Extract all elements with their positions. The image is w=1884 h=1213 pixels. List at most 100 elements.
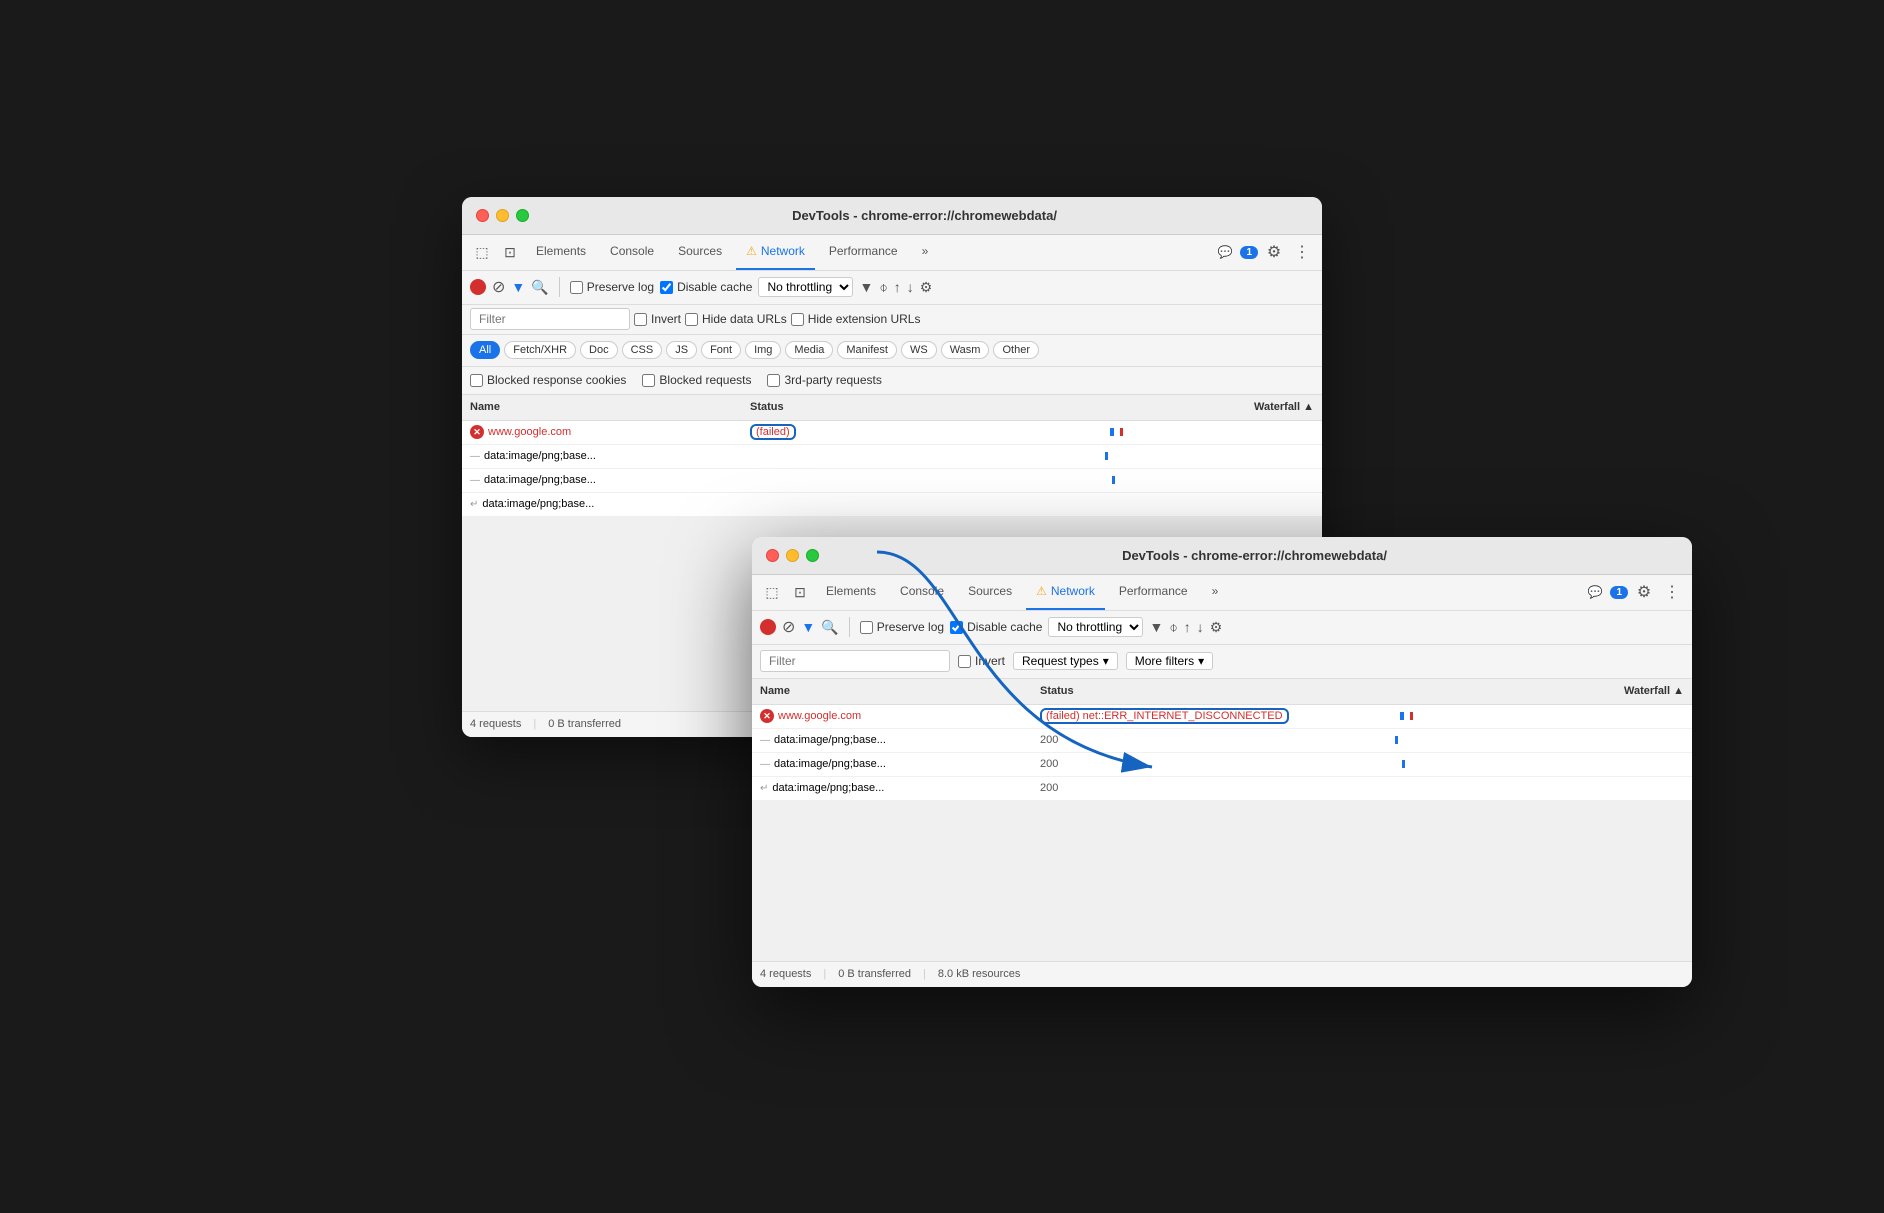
tab-network-2[interactable]: ⚠ Network xyxy=(1026,575,1105,610)
minimize-button-1[interactable] xyxy=(496,209,509,222)
download-icon-2[interactable]: ↓ xyxy=(1197,619,1204,635)
checkbox-row-1: Blocked response cookies Blocked request… xyxy=(462,367,1322,395)
search-button-2[interactable]: 🔍 xyxy=(821,619,838,636)
download-icon-1[interactable]: ↓ xyxy=(907,279,914,295)
chevron-down-icon-rt: ▾ xyxy=(1103,654,1109,668)
error-icon-2-1: ✕ xyxy=(760,709,774,723)
chip-ws-1[interactable]: WS xyxy=(901,341,937,359)
tab-performance-2[interactable]: Performance xyxy=(1109,575,1198,610)
tab-network-1[interactable]: ⚠ Network xyxy=(736,235,815,270)
chip-other-1[interactable]: Other xyxy=(993,341,1039,359)
chip-img-1[interactable]: Img xyxy=(745,341,781,359)
throttle-select-1[interactable]: No throttling xyxy=(758,277,853,297)
inspect-icon-2[interactable]: ⊡ xyxy=(788,580,812,604)
col-status-header-1[interactable]: Status xyxy=(750,401,1050,413)
filter-button-2[interactable]: ▼ xyxy=(801,619,815,635)
chip-font-1[interactable]: Font xyxy=(701,341,741,359)
minimize-button-2[interactable] xyxy=(786,549,799,562)
table-row-1-2[interactable]: — data:image/png;base... xyxy=(462,445,1322,469)
tab-console-2[interactable]: Console xyxy=(890,575,954,610)
col-waterfall-header-2[interactable]: Waterfall ▲ xyxy=(1340,685,1684,697)
throttle-select-2[interactable]: No throttling xyxy=(1048,617,1143,637)
hide-ext-urls-checkbox-1[interactable] xyxy=(791,313,804,326)
close-button-2[interactable] xyxy=(766,549,779,562)
wf-bar-blue-2-2 xyxy=(1395,736,1398,744)
tab-sources-2[interactable]: Sources xyxy=(958,575,1022,610)
disable-cache-checkbox-2[interactable] xyxy=(950,621,963,634)
tab-more-2[interactable]: » xyxy=(1202,575,1229,610)
filter-button-1[interactable]: ▼ xyxy=(511,279,525,295)
footer-resources-2: 8.0 kB resources xyxy=(938,968,1021,980)
close-button-1[interactable] xyxy=(476,209,489,222)
table-row-1-1[interactable]: ✕ www.google.com (failed) xyxy=(462,421,1322,445)
more-filters-button[interactable]: More filters ▾ xyxy=(1126,652,1213,670)
dash-icon-2-2: — xyxy=(760,735,770,746)
more-icon-1[interactable]: ⋮ xyxy=(1290,240,1314,264)
tab-console-1[interactable]: Console xyxy=(600,235,664,270)
col-name-header-1[interactable]: Name xyxy=(470,401,750,413)
maximize-button-2[interactable] xyxy=(806,549,819,562)
filter-input-2[interactable] xyxy=(760,650,950,672)
row-waterfall-1-1 xyxy=(1050,424,1314,440)
filter-input-1[interactable] xyxy=(470,308,630,330)
chip-media-1[interactable]: Media xyxy=(785,341,833,359)
more-icon-2[interactable]: ⋮ xyxy=(1660,580,1684,604)
hide-data-urls-checkbox-1[interactable] xyxy=(685,313,698,326)
disable-cache-label-2: Disable cache xyxy=(950,620,1042,634)
table-row-2-2[interactable]: — data:image/png;base... 200 xyxy=(752,729,1692,753)
tab-sources-1[interactable]: Sources xyxy=(668,235,732,270)
record-button-2[interactable] xyxy=(760,619,776,635)
cursor-icon-2[interactable]: ⬚ xyxy=(760,580,784,604)
upload-icon-1[interactable]: ↑ xyxy=(894,279,901,295)
col-name-header-2[interactable]: Name xyxy=(760,685,1040,697)
row-name-2-4: ↵ data:image/png;base... xyxy=(760,782,1040,794)
table-row-1-3[interactable]: — data:image/png;base... xyxy=(462,469,1322,493)
chat-icon-2[interactable]: 💬 xyxy=(1587,585,1602,599)
chat-icon-1[interactable]: 💬 xyxy=(1217,245,1232,259)
maximize-button-1[interactable] xyxy=(516,209,529,222)
clear-button-1[interactable]: ⊘ xyxy=(492,277,505,297)
settings-icon-2[interactable]: ⚙ xyxy=(1632,580,1656,604)
request-types-button[interactable]: Request types ▾ xyxy=(1013,652,1118,670)
chip-doc-1[interactable]: Doc xyxy=(580,341,618,359)
col-status-header-2[interactable]: Status xyxy=(1040,685,1340,697)
cursor-icon[interactable]: ⬚ xyxy=(470,240,494,264)
table-row-2-1[interactable]: ✕ www.google.com (failed) net::ERR_INTER… xyxy=(752,705,1692,729)
blocked-requests-checkbox-1[interactable] xyxy=(642,374,655,387)
chip-manifest-1[interactable]: Manifest xyxy=(837,341,897,359)
chip-wasm-1[interactable]: Wasm xyxy=(941,341,990,359)
invert-checkbox-2[interactable] xyxy=(958,655,971,668)
settings-icon-net-2[interactable]: ⚙ xyxy=(1210,619,1223,636)
chip-css-1[interactable]: CSS xyxy=(622,341,663,359)
chip-js-1[interactable]: JS xyxy=(666,341,697,359)
dash-icon-1-2: — xyxy=(470,451,480,462)
disable-cache-checkbox-1[interactable] xyxy=(660,281,673,294)
tab-performance-1[interactable]: Performance xyxy=(819,235,908,270)
chip-fetch-1[interactable]: Fetch/XHR xyxy=(504,341,576,359)
filter-row-2: Invert Request types ▾ More filters ▾ xyxy=(752,645,1692,679)
preserve-log-checkbox-2[interactable] xyxy=(860,621,873,634)
table-row-2-4[interactable]: ↵ data:image/png;base... 200 xyxy=(752,777,1692,801)
settings-icon-1[interactable]: ⚙ xyxy=(1262,240,1286,264)
inspect-icon[interactable]: ⊡ xyxy=(498,240,522,264)
settings-icon-net-1[interactable]: ⚙ xyxy=(920,279,933,296)
search-button-1[interactable]: 🔍 xyxy=(531,279,548,296)
table-row-2-3[interactable]: — data:image/png;base... 200 xyxy=(752,753,1692,777)
preserve-log-checkbox-1[interactable] xyxy=(570,281,583,294)
table-header-2: Name Status Waterfall ▲ xyxy=(752,679,1692,705)
tab-elements-1[interactable]: Elements xyxy=(526,235,596,270)
upload-icon-2[interactable]: ↑ xyxy=(1184,619,1191,635)
network-toolbar-2: ⊘ ▼ 🔍 Preserve log Disable cache No thro… xyxy=(752,611,1692,645)
col-waterfall-header-1[interactable]: Waterfall ▲ xyxy=(1050,401,1314,413)
wf-bar-red-2-1 xyxy=(1410,712,1413,720)
table-row-1-4[interactable]: ↵ data:image/png;base... xyxy=(462,493,1322,517)
chip-all-1[interactable]: All xyxy=(470,341,500,359)
blocked-response-checkbox-1[interactable] xyxy=(470,374,483,387)
record-button-1[interactable] xyxy=(470,279,486,295)
clear-button-2[interactable]: ⊘ xyxy=(782,617,795,637)
invert-checkbox-1[interactable] xyxy=(634,313,647,326)
third-party-checkbox-1[interactable] xyxy=(767,374,780,387)
tab-elements-2[interactable]: Elements xyxy=(816,575,886,610)
tab-more-1[interactable]: » xyxy=(912,235,939,270)
footer-2: 4 requests | 0 B transferred | 8.0 kB re… xyxy=(752,961,1692,987)
